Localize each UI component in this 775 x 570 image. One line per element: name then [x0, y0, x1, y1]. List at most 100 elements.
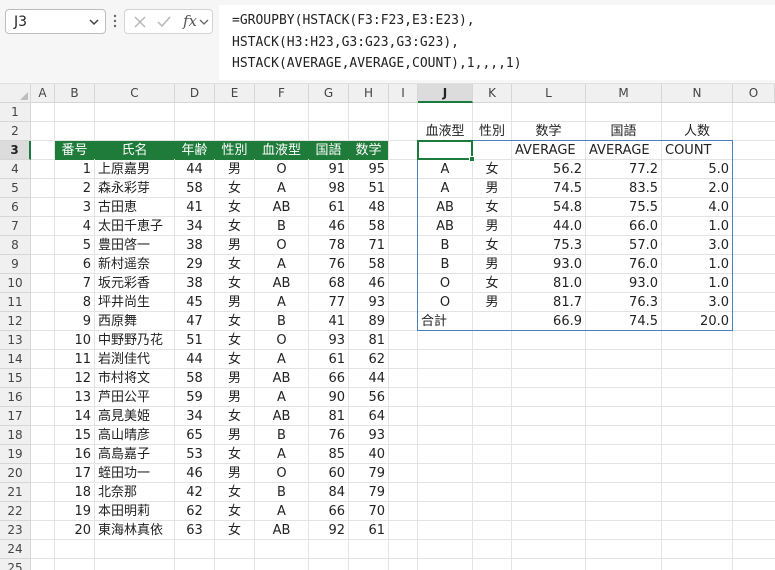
table-cell[interactable]: 新村遥奈	[95, 255, 174, 274]
groupby-cell[interactable]: 男	[473, 293, 511, 312]
table-cell[interactable]: 8	[55, 293, 94, 312]
groupby-cell[interactable]: B	[418, 255, 472, 274]
table-cell[interactable]: 森永彩芽	[95, 179, 174, 198]
table-cell[interactable]: 90	[309, 388, 348, 407]
groupby-cell[interactable]: 74.5	[512, 179, 585, 198]
table-cell[interactable]: 17	[55, 464, 94, 483]
table-cell[interactable]: 44	[349, 369, 388, 388]
table-cell[interactable]: 女	[215, 502, 254, 521]
table-cell[interactable]: 西原舞	[95, 312, 174, 331]
groupby-cell[interactable]: 女	[473, 198, 511, 217]
table-cell[interactable]: 女	[215, 274, 254, 293]
row-header[interactable]: 22	[0, 502, 31, 521]
groupby-function-cell[interactable]	[473, 141, 511, 160]
row-header[interactable]: 7	[0, 217, 31, 236]
table-cell[interactable]: 60	[309, 464, 348, 483]
table-cell[interactable]: A	[255, 388, 308, 407]
table-cell[interactable]: 79	[349, 464, 388, 483]
table-cell[interactable]: 58	[349, 255, 388, 274]
table-cell[interactable]: A	[255, 445, 308, 464]
column-header-f[interactable]: F	[255, 84, 309, 103]
table-cell[interactable]: 44	[175, 160, 214, 179]
table-cell[interactable]: 61	[309, 198, 348, 217]
table-cell[interactable]: 63	[175, 521, 214, 540]
table-cell[interactable]: 女	[215, 445, 254, 464]
table-cell[interactable]: O	[255, 160, 308, 179]
table-header-cell[interactable]: 年齢	[175, 141, 214, 160]
row-header[interactable]: 14	[0, 350, 31, 369]
groupby-header-cell[interactable]: 血液型	[418, 122, 472, 141]
row-header[interactable]: 17	[0, 407, 31, 426]
table-cell[interactable]: 芦田公平	[95, 388, 174, 407]
table-cell[interactable]: 蛭田功一	[95, 464, 174, 483]
groupby-cell[interactable]: 76.3	[586, 293, 661, 312]
row-header[interactable]: 8	[0, 236, 31, 255]
groupby-cell[interactable]: 女	[473, 160, 511, 179]
row-header[interactable]: 2	[0, 122, 31, 141]
chevron-down-icon[interactable]	[87, 15, 101, 29]
table-cell[interactable]: 女	[215, 255, 254, 274]
table-cell[interactable]: 38	[175, 236, 214, 255]
table-cell[interactable]: 70	[349, 502, 388, 521]
groupby-header-cell[interactable]: 国語	[586, 122, 661, 141]
groupby-cell[interactable]: 93.0	[512, 255, 585, 274]
groupby-cell[interactable]: AB	[418, 217, 472, 236]
table-cell[interactable]: 91	[309, 160, 348, 179]
table-cell[interactable]: 66	[309, 369, 348, 388]
table-cell[interactable]: B	[255, 483, 308, 502]
groupby-cell[interactable]: 76.0	[586, 255, 661, 274]
table-cell[interactable]: 女	[215, 179, 254, 198]
table-cell[interactable]: AB	[255, 407, 308, 426]
groupby-cell[interactable]: 5.0	[662, 160, 732, 179]
table-cell[interactable]: A	[255, 255, 308, 274]
row-header[interactable]: 24	[0, 540, 31, 559]
table-cell[interactable]: O	[255, 331, 308, 350]
row-header[interactable]: 9	[0, 255, 31, 274]
table-cell[interactable]: 5	[55, 236, 94, 255]
groupby-cell[interactable]: B	[418, 236, 472, 255]
groupby-total-cell[interactable]: 合計	[418, 312, 472, 331]
table-cell[interactable]: 65	[175, 426, 214, 445]
table-cell[interactable]: 2	[55, 179, 94, 198]
table-cell[interactable]: 34	[175, 407, 214, 426]
table-cell[interactable]: 女	[215, 350, 254, 369]
table-cell[interactable]: 15	[55, 426, 94, 445]
table-cell[interactable]: 61	[309, 350, 348, 369]
table-cell[interactable]: 98	[309, 179, 348, 198]
table-cell[interactable]: 本田明莉	[95, 502, 174, 521]
table-cell[interactable]: 女	[215, 407, 254, 426]
column-header-o[interactable]: O	[733, 84, 775, 103]
table-cell[interactable]: 47	[175, 312, 214, 331]
table-cell[interactable]: 93	[349, 426, 388, 445]
table-cell[interactable]: AB	[255, 521, 308, 540]
groupby-function-cell[interactable]: AVERAGE	[586, 141, 661, 160]
table-cell[interactable]: 62	[349, 350, 388, 369]
table-cell[interactable]: AB	[255, 274, 308, 293]
groupby-cell[interactable]: 1.0	[662, 217, 732, 236]
table-cell[interactable]: 81	[349, 331, 388, 350]
table-cell[interactable]: 64	[349, 407, 388, 426]
column-header-g[interactable]: G	[309, 84, 349, 103]
table-cell[interactable]: 7	[55, 274, 94, 293]
column-header-d[interactable]: D	[175, 84, 215, 103]
groupby-cell[interactable]: 3.0	[662, 293, 732, 312]
table-cell[interactable]: 坪井尚生	[95, 293, 174, 312]
table-cell[interactable]: 19	[55, 502, 94, 521]
groupby-cell[interactable]: 男	[473, 255, 511, 274]
table-cell[interactable]: A	[255, 502, 308, 521]
groupby-cell[interactable]: 4.0	[662, 198, 732, 217]
table-cell[interactable]: 上原嘉男	[95, 160, 174, 179]
groupby-cell[interactable]: 57.0	[586, 236, 661, 255]
column-header-i[interactable]: I	[389, 84, 418, 103]
table-cell[interactable]: 44	[175, 350, 214, 369]
groupby-cell[interactable]: 75.3	[512, 236, 585, 255]
name-box[interactable]: J3	[5, 9, 106, 34]
table-cell[interactable]: 豊田啓一	[95, 236, 174, 255]
groupby-header-cell[interactable]: 数学	[512, 122, 585, 141]
groupby-cell[interactable]: 1.0	[662, 255, 732, 274]
table-cell[interactable]: 46	[349, 274, 388, 293]
column-header-c[interactable]: C	[95, 84, 175, 103]
table-cell[interactable]: 59	[175, 388, 214, 407]
table-cell[interactable]: 95	[349, 160, 388, 179]
groupby-cell[interactable]: 66.0	[586, 217, 661, 236]
